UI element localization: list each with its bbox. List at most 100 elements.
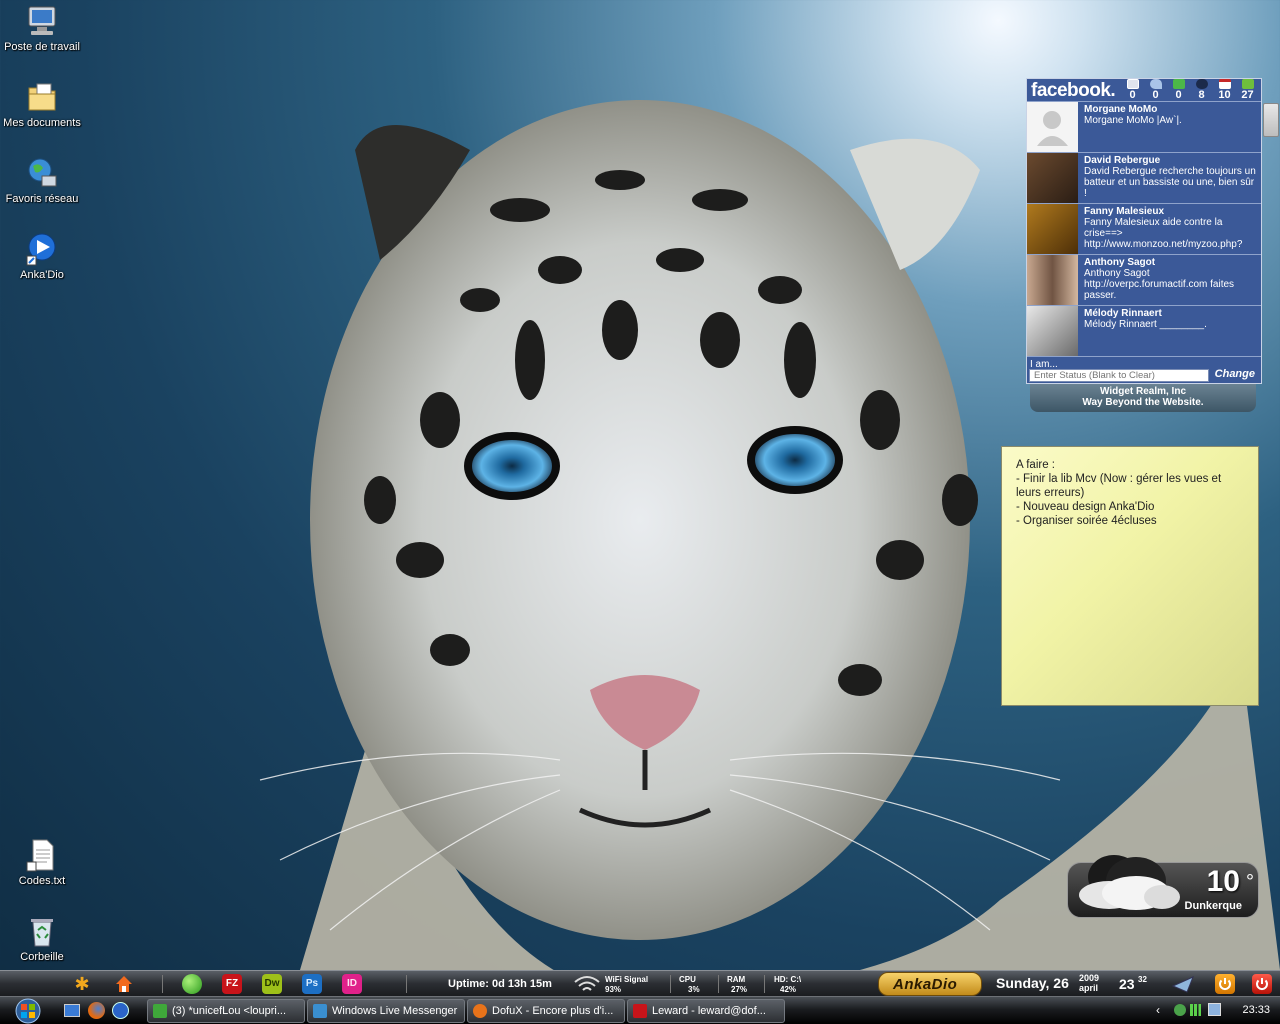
dock-bar: ✱ FZ Dw Ps ID Uptime: 0d 13h 15m WiFi Si… — [0, 970, 1280, 996]
facebook-friend-requests-count[interactable]: 0 — [1167, 79, 1190, 101]
facebook-feed-item[interactable]: Anthony Sagot Anthony Sagot http://overp… — [1027, 254, 1261, 305]
facebook-feed-item[interactable]: Morgane MoMo Morgane MoMo |Aw`|. — [1027, 101, 1261, 152]
hd-value: 42% — [780, 985, 797, 994]
asterisk-icon[interactable]: ✱ — [72, 974, 92, 994]
facebook-pokes-count[interactable]: 0 — [1144, 79, 1167, 101]
indesign-icon[interactable]: ID — [342, 974, 362, 994]
send-paper-icon[interactable] — [1171, 974, 1194, 994]
documents-folder-icon — [25, 80, 59, 114]
facebook-logo: facebook. — [1031, 80, 1116, 101]
taskbar: (3) *unicefLou <loupri... Windows Live M… — [0, 996, 1280, 1024]
media-play-icon — [25, 232, 59, 266]
time-hour: 23 — [1119, 976, 1135, 992]
hd-label: HD: C:\ — [774, 975, 802, 984]
computer-network-icon[interactable] — [1208, 1003, 1221, 1016]
msn-status-icon[interactable] — [1174, 1004, 1186, 1016]
date-day: Sunday, 26 — [996, 975, 1069, 991]
facebook-feed-item[interactable]: Fanny Malesieux Fanny Malesieux aide con… — [1027, 203, 1261, 254]
taskbar-button-windows-live-messenger[interactable]: Windows Live Messenger — [307, 999, 465, 1023]
dock-separator — [764, 975, 765, 993]
dock-separator — [670, 975, 671, 993]
wifi-label: WiFi Signal — [605, 975, 649, 984]
desktop-icon-ankadio[interactable]: Anka'Dio — [0, 232, 84, 281]
widget-scroll-handle[interactable] — [1263, 103, 1279, 137]
shutdown-icon[interactable] — [1252, 974, 1272, 994]
firefox-icon — [473, 1004, 487, 1018]
dock-separator — [718, 975, 719, 993]
feed-item-name: David Rebergue — [1084, 155, 1161, 166]
cpu-value: 3% — [688, 985, 700, 994]
avatar — [1027, 255, 1078, 305]
green-orb-icon[interactable] — [182, 974, 202, 994]
messenger-icon — [313, 1004, 327, 1018]
change-status-button[interactable]: Change — [1215, 368, 1255, 380]
text-file-icon — [25, 838, 59, 872]
avatar — [1027, 306, 1078, 356]
feed-item-text: Anthony Sagot http://overpc.forumactif.c… — [1084, 268, 1235, 301]
start-button[interactable] — [8, 998, 48, 1024]
date-month: april — [1079, 983, 1099, 993]
facebook-wall-count[interactable]: 27 — [1236, 79, 1259, 101]
desktop-icon-corbeille[interactable]: Corbeille — [0, 914, 84, 963]
taskbar-clock[interactable]: 23:33 — [1242, 1004, 1270, 1016]
taskbar-button-firefox-dofux[interactable]: DofuX - Encore plus d'i... — [467, 999, 625, 1023]
network-signal-icon[interactable] — [1190, 1004, 1204, 1016]
dreamweaver-icon[interactable]: Dw — [262, 974, 282, 994]
facebook-groups-count[interactable]: 8 — [1190, 79, 1213, 101]
filezilla-icon[interactable]: FZ — [222, 974, 242, 994]
feed-item-name: Anthony Sagot — [1084, 257, 1156, 268]
feed-item-text: Mélody Rinnaert ________. — [1084, 319, 1207, 330]
friend-request-icon — [1172, 79, 1185, 89]
feed-item-text: David Rebergue recherche toujours un bat… — [1084, 166, 1256, 199]
tray-expand-icon[interactable]: ‹ — [1156, 1003, 1160, 1017]
weather-widget[interactable]: 10 ° Dunkerque — [1067, 855, 1259, 918]
cloud-icon — [1079, 855, 1180, 910]
photoshop-icon[interactable]: Ps — [302, 974, 322, 994]
ankadio-logo[interactable]: AnkaDio — [878, 972, 982, 996]
facebook-events-count[interactable]: 10 — [1213, 79, 1236, 101]
taskbar-button-filezilla-leward[interactable]: Leward - leward@dof... — [627, 999, 785, 1023]
sticky-note[interactable]: A faire : - Finir la lib Mcv (Now : gére… — [1001, 446, 1259, 706]
facebook-messages-count[interactable]: 0 — [1121, 79, 1144, 101]
sticky-note-text[interactable]: A faire : - Finir la lib Mcv (Now : gére… — [1016, 458, 1248, 528]
avatar — [1027, 204, 1078, 254]
desktop-icon-poste-de-travail[interactable]: Poste de travail — [0, 4, 84, 53]
group-icon — [1195, 79, 1208, 89]
dock-separator — [406, 975, 407, 993]
firefox-icon[interactable] — [88, 1002, 105, 1019]
taskbar-button-msn-conversation[interactable]: (3) *unicefLou <loupri... — [147, 999, 305, 1023]
windows-logo-icon — [15, 998, 41, 1024]
date-year: 2009 — [1079, 973, 1100, 983]
weather-temperature: 10 — [1206, 865, 1240, 898]
wifi-signal-icon — [574, 976, 600, 991]
facebook-widget: facebook. 0 0 0 8 10 27 Morgane MoMo Mor… — [1026, 78, 1279, 384]
dock-separator — [162, 975, 163, 993]
cpu-label: CPU — [679, 975, 696, 984]
event-icon — [1218, 79, 1231, 89]
desktop-icon-favoris-reseau[interactable]: Favoris réseau — [0, 156, 84, 205]
facebook-status-area: I am... Change — [1027, 356, 1261, 384]
desktop-icon-label: Anka'Dio — [20, 269, 64, 281]
recycle-bin-icon — [25, 914, 59, 948]
desktop-icon-label: Mes documents — [3, 117, 81, 129]
feed-item-text: Fanny Malesieux aide contre la crise==> … — [1084, 217, 1243, 250]
show-desktop-icon[interactable] — [64, 1004, 80, 1017]
facebook-feed-item[interactable]: David Rebergue David Rebergue recherche … — [1027, 152, 1261, 203]
system-tray: ‹ 23:33 — [1156, 997, 1280, 1024]
weather-degree: ° — [1246, 871, 1254, 893]
messenger-buddy-icon — [153, 1004, 167, 1018]
media-player-icon[interactable] — [112, 1002, 129, 1019]
feed-item-name: Fanny Malesieux — [1084, 206, 1165, 217]
power-icon[interactable] — [1215, 974, 1235, 994]
desktop-icon-codes-txt[interactable]: Codes.txt — [0, 838, 84, 887]
ram-label: RAM — [727, 975, 746, 984]
home-icon[interactable] — [114, 974, 134, 994]
status-input[interactable] — [1029, 369, 1209, 382]
feed-item-name: Morgane MoMo — [1084, 104, 1158, 115]
computer-icon — [25, 4, 59, 38]
desktop-icon-mes-documents[interactable]: Mes documents — [0, 80, 84, 129]
facebook-feed-item[interactable]: Mélody Rinnaert Mélody Rinnaert ________… — [1027, 305, 1261, 356]
feed-item-text: Morgane MoMo |Aw`|. — [1084, 115, 1182, 126]
uptime-readout: Uptime: 0d 13h 15m — [448, 978, 552, 990]
time-minute: 32 — [1138, 975, 1147, 984]
